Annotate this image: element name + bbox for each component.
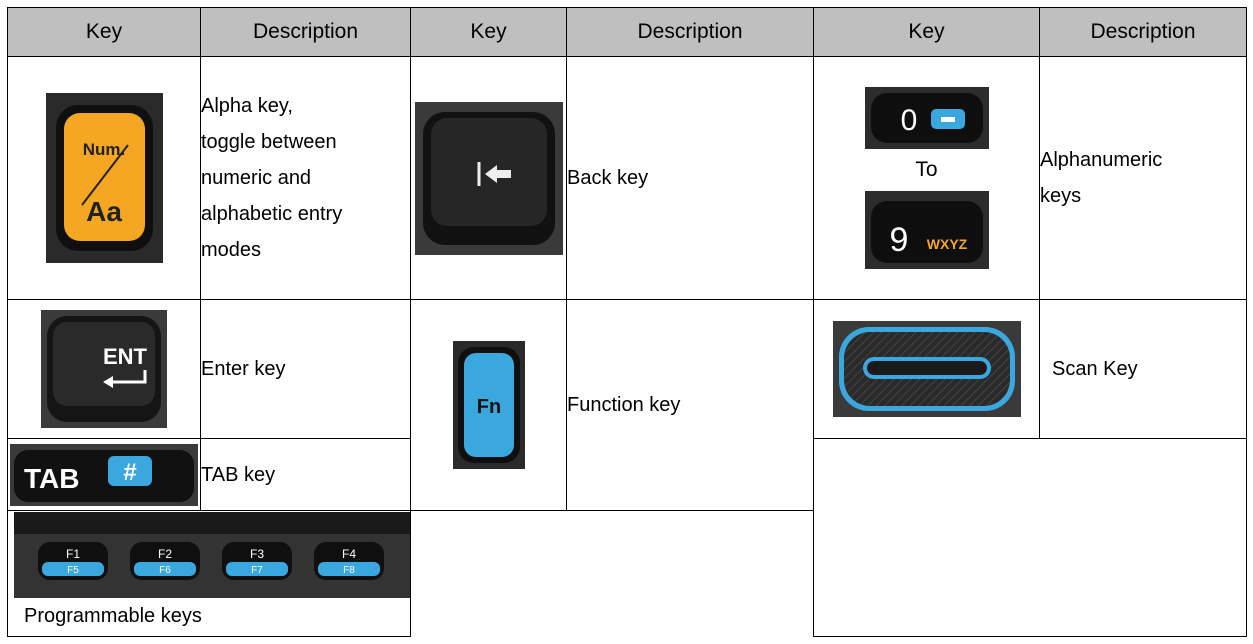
function-key-icon: Fn — [452, 340, 525, 469]
svg-text:TAB: TAB — [24, 463, 79, 494]
programmable-keys-icon: F1F5F2F6F3F7F4F8 — [14, 512, 410, 599]
programmable-key-bottom-label: F8 — [343, 565, 355, 576]
svg-text:WXYZ: WXYZ — [926, 236, 967, 252]
header-key-3: Key — [813, 6, 1040, 58]
empty-cell — [813, 438, 1247, 637]
nine-key-icon: 9 WXYZ — [864, 191, 989, 270]
back-key-description: Back key — [566, 56, 814, 300]
enter-key-cell: ENT — [7, 298, 201, 440]
programmable-keys-description: Programmable keys — [24, 605, 202, 628]
programmable-key-bottom-label: F6 — [159, 565, 171, 576]
svg-text:9: 9 — [889, 221, 908, 259]
back-key-cell — [410, 56, 567, 300]
header-description-3: Description — [1039, 6, 1247, 58]
svg-text:Num.: Num. — [82, 140, 125, 159]
svg-text:#: # — [123, 459, 136, 486]
table-row: ENT Enter key Fn Function key Scan Key — [7, 298, 1247, 511]
programmable-keys-cell: F1 F5 F2 F6 F3 F7 F4 F8 Programmable keys — [7, 509, 411, 638]
to-label: To — [915, 158, 938, 182]
svg-text:ENT: ENT — [103, 344, 148, 369]
programmable-key-top-label: F1 — [66, 547, 80, 561]
key-description-table: Key Description Key Description Key Desc… — [7, 6, 1247, 638]
svg-text:Fn: Fn — [476, 396, 500, 418]
tab-key-description: TAB key — [200, 438, 411, 511]
svg-text:Aa: Aa — [86, 196, 122, 227]
alphanumeric-keys-description: Alphanumeric keys — [1039, 56, 1247, 300]
svg-text:0: 0 — [900, 104, 917, 137]
programmable-key-3-icon: F3F7 — [222, 542, 292, 581]
programmable-key-bottom-label: F5 — [67, 565, 79, 576]
table-row: Num. Aa Alpha key, toggle between numeri… — [7, 56, 1247, 300]
header-row: Key Description Key Description Key Desc… — [7, 6, 1247, 58]
alpha-key-cell: Num. Aa — [7, 56, 201, 300]
programmable-key-4-icon: F4F8 — [314, 542, 384, 581]
programmable-key-top-label: F2 — [158, 547, 172, 561]
back-key-icon — [414, 101, 563, 255]
header-key-1: Key — [7, 6, 201, 58]
header-description-2: Description — [566, 6, 814, 58]
alpha-key-icon: Num. Aa — [45, 93, 163, 264]
scan-key-icon — [832, 321, 1021, 418]
programmable-key-1-icon: F1F5 — [38, 542, 108, 581]
programmable-key-top-label: F3 — [250, 547, 264, 561]
enter-key-icon: ENT — [41, 310, 167, 429]
programmable-key-top-label: F4 — [342, 547, 356, 561]
enter-key-description: Enter key — [200, 298, 411, 440]
zero-key-icon: 0 — [864, 87, 989, 150]
function-key-cell: Fn — [410, 298, 567, 511]
programmable-key-2-icon: F2F6 — [130, 542, 200, 581]
function-key-description: Function key — [566, 298, 814, 511]
scan-key-cell — [813, 298, 1040, 440]
tab-key-cell: TAB # — [7, 438, 201, 511]
header-key-2: Key — [410, 6, 567, 58]
alphanumeric-keys-cell: 0 To 9 WXYZ — [813, 56, 1040, 300]
programmable-key-bottom-label: F7 — [251, 565, 263, 576]
header-description-1: Description — [200, 6, 411, 58]
alpha-key-description: Alpha key, toggle between numeric and al… — [200, 56, 411, 300]
scan-key-description: Scan Key — [1039, 298, 1247, 440]
tab-key-icon: TAB # — [10, 443, 198, 506]
